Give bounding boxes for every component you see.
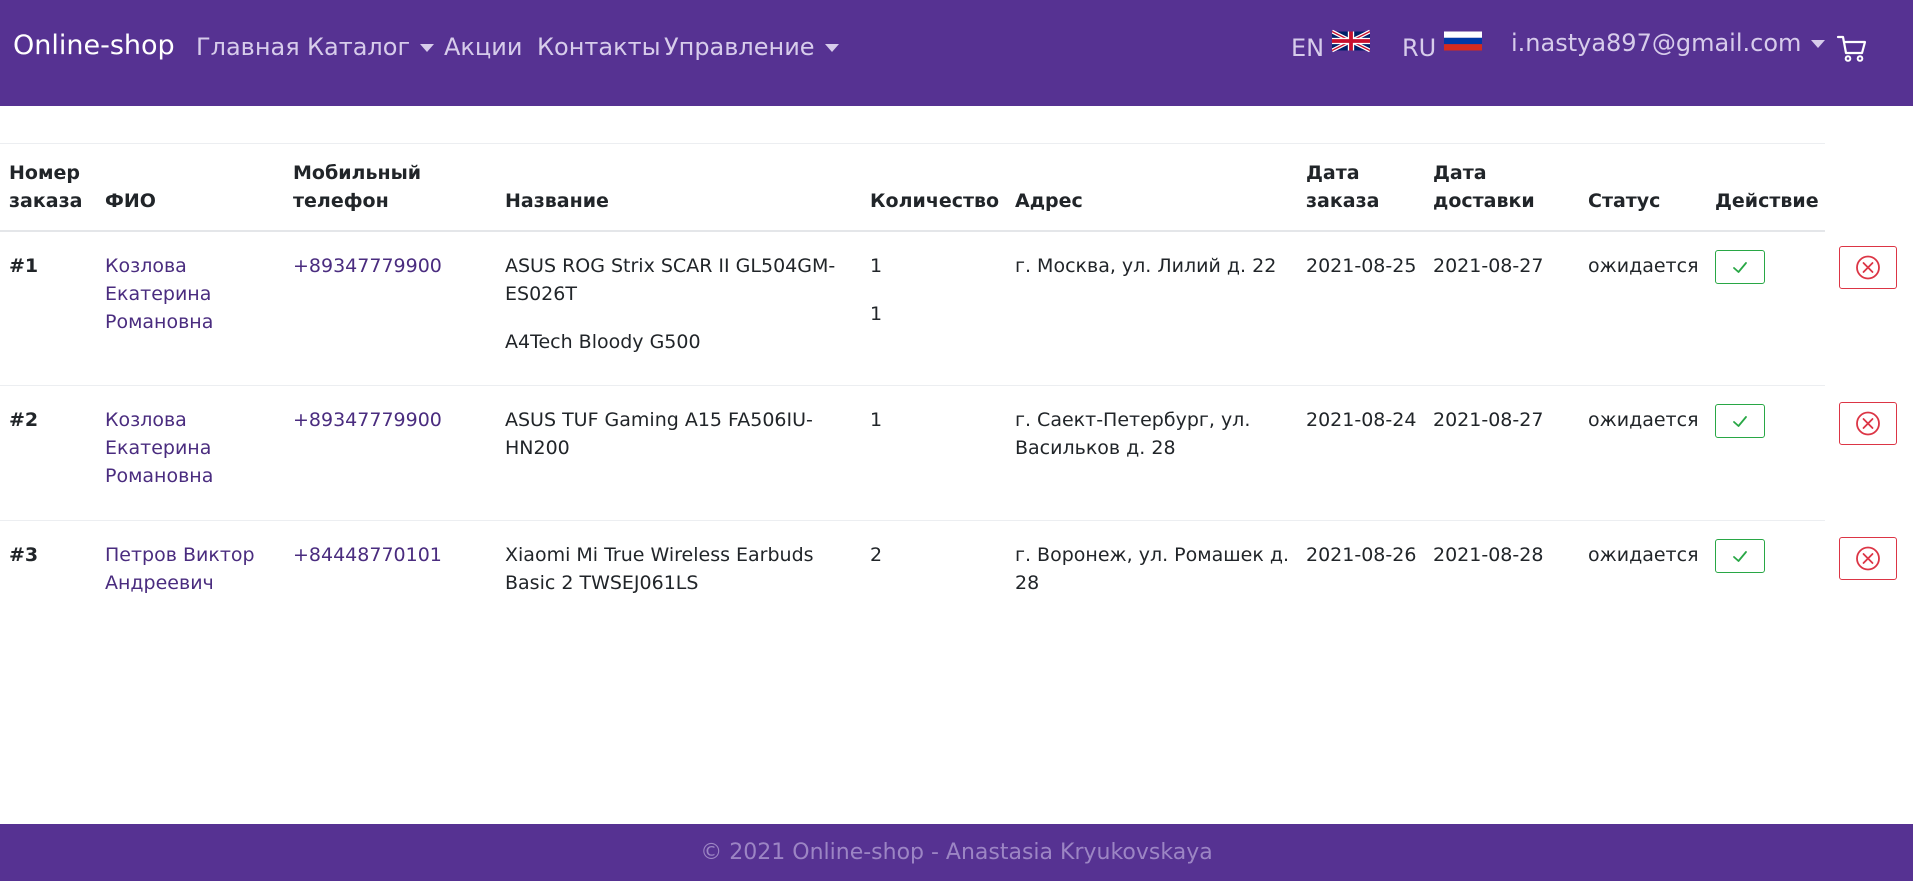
confirm-order-button[interactable]	[1715, 249, 1765, 284]
nav-catalog-label: Каталог	[307, 33, 411, 61]
chevron-down-icon	[1811, 40, 1826, 48]
lang-ru-label: RU	[1402, 34, 1437, 62]
status-text: ожидается	[1579, 385, 1706, 521]
product-titles: ASUS ROG Strix SCAR II GL504GM-ES026T A4…	[496, 230, 861, 386]
nav-promos[interactable]: Акции	[444, 33, 522, 61]
product-titles: ASUS TUF Gaming A15 FA506IU-HN200	[496, 385, 861, 521]
circle-x-icon	[1856, 411, 1880, 436]
header-product-title: Название	[496, 143, 861, 232]
customer-phone: +89347779900	[284, 385, 496, 521]
quantity: 1	[870, 409, 883, 431]
address: г. Воронеж, ул. Ромашек д. 28	[1006, 520, 1297, 621]
customer-phone: +84448770101	[284, 520, 496, 621]
action-cell	[1706, 385, 1825, 521]
customer-name: Козлова Екатерина Романовна	[96, 385, 284, 521]
header-order-number: Номер заказа	[0, 143, 96, 232]
header-address: Адрес	[1006, 143, 1297, 232]
order-number: #1	[0, 230, 96, 386]
table-row: #1 Козлова Екатерина Романовна +89347779…	[0, 230, 1825, 386]
order-date: 2021-08-26	[1297, 520, 1424, 621]
header-quantity: Количество	[861, 143, 1006, 232]
status-text: ожидается	[1579, 230, 1706, 386]
table-row: #3 Петров Виктор Андреевич +84448770101 …	[0, 520, 1825, 621]
order-date: 2021-08-24	[1297, 385, 1424, 521]
quantity: 2	[870, 544, 883, 566]
header-full-name: ФИО	[96, 143, 284, 232]
confirm-order-button[interactable]	[1715, 539, 1765, 573]
delivery-date: 2021-08-27	[1424, 385, 1579, 521]
quantities: 1	[861, 385, 1006, 521]
address: г. Москва, ул. Лилий д. 22	[1006, 230, 1297, 386]
user-menu-dropdown[interactable]: i.nastya897@gmail.com	[1511, 29, 1826, 57]
chevron-down-icon	[420, 44, 435, 52]
header-order-date: Дата заказа	[1297, 143, 1424, 232]
order-number: #3	[0, 520, 96, 621]
nav-manage-label: Управление	[664, 33, 815, 61]
header-delivery-date: Дата доставки	[1424, 143, 1579, 232]
circle-x-icon	[1856, 255, 1880, 280]
action-cell	[1706, 520, 1825, 621]
nav-home[interactable]: Главная	[196, 33, 300, 61]
orders-table-container: Номер заказа ФИО Мобильный телефон Названи…	[0, 143, 1825, 621]
customer-phone: +89347779900	[284, 230, 496, 386]
circle-x-icon	[1856, 546, 1880, 571]
delivery-date: 2021-08-27	[1424, 230, 1579, 386]
table-header-row: Номер заказа ФИО Мобильный телефон Названи…	[0, 143, 1825, 232]
nav-catalog-dropdown[interactable]: Каталог	[307, 33, 435, 61]
address: г. Саект-Петербург, ул. Васильков д. 28	[1006, 385, 1297, 521]
order-date: 2021-08-25	[1297, 230, 1424, 386]
navbar: Online-shop Главная Каталог Акции Контак…	[0, 0, 1913, 106]
product-titles: Xiaomi Mi True Wireless Earbuds Basic 2 …	[496, 520, 861, 621]
delete-order-button[interactable]	[1839, 246, 1897, 289]
lang-ru-link[interactable]: RU	[1402, 28, 1483, 62]
product-title: ASUS ROG Strix SCAR II GL504GM-ES026T	[505, 254, 836, 305]
chevron-down-icon	[824, 44, 839, 52]
lang-en-link[interactable]: EN	[1291, 28, 1371, 62]
check-icon	[1733, 551, 1747, 562]
header-phone: Мобильный телефон	[284, 143, 496, 232]
user-email: i.nastya897@gmail.com	[1511, 29, 1802, 57]
product-title: A4Tech Bloody G500	[505, 330, 701, 353]
delete-order-button[interactable]	[1839, 537, 1897, 580]
header-action: Действие	[1706, 143, 1825, 232]
footer: © 2021 Online-shop - Anastasia Kryukovsk…	[0, 824, 1913, 881]
orders-table: Номер заказа ФИО Мобильный телефон Названи…	[0, 143, 1825, 621]
action-cell	[1706, 230, 1825, 386]
uk-flag-icon	[1332, 29, 1371, 53]
confirm-order-button[interactable]	[1715, 404, 1765, 438]
product-title: ASUS TUF Gaming A15 FA506IU-HN200	[505, 409, 813, 459]
quantities: 1 1	[861, 230, 1006, 386]
cart-icon	[1836, 35, 1867, 62]
quantity: 1	[870, 302, 883, 325]
customer-name: Петров Виктор Андреевич	[96, 520, 284, 621]
quantities: 2	[861, 520, 1006, 621]
lang-en-label: EN	[1291, 34, 1325, 62]
cart-button[interactable]	[1836, 32, 1868, 64]
nav-contacts[interactable]: Контакты	[537, 33, 661, 61]
nav-manage-dropdown[interactable]: Управление	[664, 33, 839, 61]
order-number: #2	[0, 385, 96, 521]
customer-name: Козлова Екатерина Романовна	[96, 230, 284, 386]
footer-copyright: © 2021 Online-shop - Anastasia Kryukovsk…	[700, 840, 1213, 865]
product-title: Xiaomi Mi True Wireless Earbuds Basic 2 …	[505, 544, 814, 594]
quantity: 1	[870, 254, 883, 277]
check-icon	[1733, 416, 1747, 427]
delivery-date: 2021-08-28	[1424, 520, 1579, 621]
delete-order-button[interactable]	[1839, 402, 1897, 445]
check-icon	[1733, 261, 1747, 273]
table-row: #2 Козлова Екатерина Романовна +89347779…	[0, 385, 1825, 521]
status-text: ожидается	[1579, 520, 1706, 621]
brand-link[interactable]: Online-shop	[13, 30, 175, 61]
russia-flag-icon	[1444, 31, 1483, 51]
header-status: Статус	[1579, 143, 1706, 232]
